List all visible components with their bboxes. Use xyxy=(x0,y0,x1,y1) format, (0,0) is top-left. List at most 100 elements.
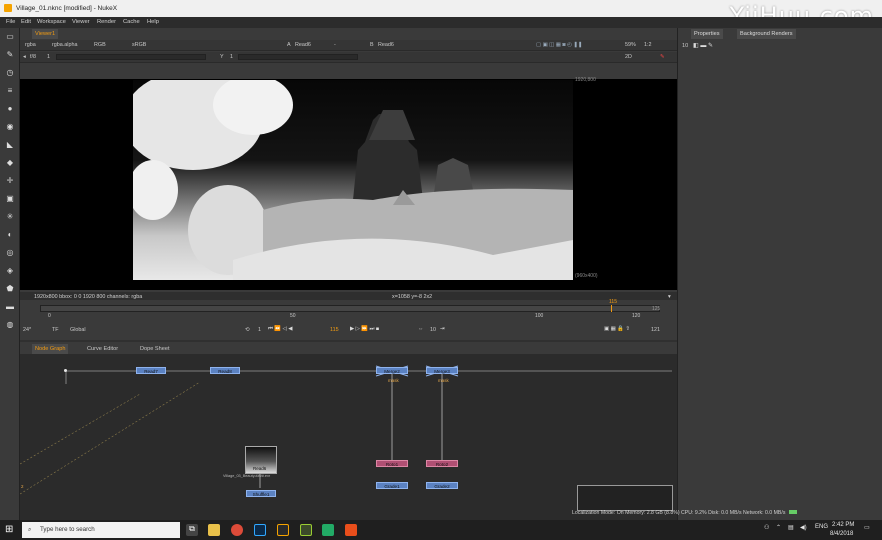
paint-icon[interactable]: ✎ xyxy=(660,54,665,60)
grade1-node[interactable]: Grade1 xyxy=(376,482,408,489)
app-icon-b[interactable] xyxy=(322,524,334,536)
layer-select[interactable]: rgba.alpha xyxy=(52,42,77,48)
gamma-value[interactable]: 1 xyxy=(230,54,233,60)
windows-start-icon[interactable]: ⊞ xyxy=(5,525,15,535)
merge-icon[interactable]: ◆ xyxy=(5,158,15,168)
transport-back-icons[interactable]: ⏮ ⏪ ◁ ◀ xyxy=(268,326,292,333)
notification-icon[interactable]: ▭ xyxy=(864,524,870,531)
increment-step-icon[interactable]: ⇥ xyxy=(440,326,445,332)
view-mode-select[interactable]: 2D xyxy=(625,54,632,60)
frame-field[interactable]: 115 xyxy=(330,327,339,333)
timeline-ruler[interactable] xyxy=(40,305,660,312)
photoshop-icon[interactable] xyxy=(254,524,266,536)
other-icon[interactable]: ▬ xyxy=(5,302,15,312)
fstop-label: f/8 xyxy=(30,54,36,60)
nuke-icon[interactable] xyxy=(277,524,289,536)
tab-dope-sheet[interactable]: Dope Sheet xyxy=(137,344,173,354)
tf-select[interactable]: TF xyxy=(52,327,59,333)
search-icon: ⌕ xyxy=(28,526,32,533)
viewer-controls-row1: rgba rgba.alpha RGB sRGB A Read6 - B Rea… xyxy=(20,40,677,51)
task-view-icon[interactable]: ⧉ xyxy=(186,524,198,536)
colorspace-select[interactable]: sRGB xyxy=(132,42,146,48)
roto2-node[interactable]: Roto2 xyxy=(426,460,458,467)
chrome-icon[interactable] xyxy=(231,524,243,536)
roto1-node[interactable]: Roto1 xyxy=(376,460,408,467)
fstop-arrows-icon[interactable]: ◂ xyxy=(23,54,26,60)
loop-icon[interactable]: ⟲ xyxy=(245,327,250,333)
volume-icon[interactable]: ◀) xyxy=(800,524,807,531)
tray-chevron-icon[interactable]: ⌃ xyxy=(776,524,781,531)
channels-select[interactable]: rgba xyxy=(25,42,36,48)
network-icon[interactable]: ▤ xyxy=(788,524,794,531)
tab-viewer1[interactable]: Viewer1 xyxy=(32,29,59,39)
fps-select[interactable]: 24* xyxy=(23,327,31,333)
filter-icon[interactable]: ◉ xyxy=(5,122,15,132)
menu-viewer[interactable]: Viewer xyxy=(72,19,90,25)
deep-icon[interactable]: ◐ xyxy=(5,230,15,240)
increment-field[interactable]: 10 xyxy=(430,327,436,333)
app-icon-c[interactable] xyxy=(345,524,357,536)
tab-node-graph[interactable]: Node Graph xyxy=(32,344,69,354)
properties-toolbar-icons[interactable]: ◧ ▬ ✎ xyxy=(693,42,713,49)
read8-node[interactable]: Read8 xyxy=(210,367,240,374)
properties-max-count[interactable]: 10 xyxy=(682,43,688,49)
transport-fwd-icons[interactable]: ▶ ▷ ⏩ ⏭ ◼ xyxy=(350,326,379,333)
language-indicator[interactable]: ENG xyxy=(815,524,828,530)
menu-workspace[interactable]: Workspace xyxy=(37,19,66,25)
input-b-label: B xyxy=(370,42,374,48)
viewer-canvas[interactable]: 1920,800 (960x400) xyxy=(20,77,677,290)
tab-properties[interactable]: Properties xyxy=(691,29,723,39)
clock-date[interactable]: 8/4/2018 xyxy=(830,531,853,537)
tab-background-renders[interactable]: Background Renders xyxy=(737,29,796,39)
rgb-select[interactable]: RGB xyxy=(94,42,106,48)
playhead[interactable] xyxy=(611,305,612,312)
views-icon[interactable]: ◎ xyxy=(5,248,15,258)
node-graph-canvas[interactable]: Read7 Read8 Merge2 Merge3 mask mask Roto… xyxy=(20,354,677,520)
menu-file[interactable]: File xyxy=(6,19,15,25)
taskbar-search[interactable]: ⌕ Type here to search xyxy=(22,522,180,538)
color-icon[interactable]: ● xyxy=(5,104,15,114)
step-field[interactable]: 1 xyxy=(258,327,261,333)
people-icon[interactable]: ⚇ xyxy=(764,524,769,531)
global-select[interactable]: Global xyxy=(70,327,86,333)
increment-icon[interactable]: ⇔ xyxy=(418,326,423,332)
merge2-node[interactable]: Merge2 xyxy=(376,367,408,374)
roi-icon[interactable]: ▢ ▣ ◫ ▦ ◙ ◴ ❚❚ xyxy=(536,42,582,48)
image-icon[interactable]: ▭ xyxy=(5,32,15,42)
viewer-pane: Viewer1 rgba rgba.alpha RGB sRGB A Read6… xyxy=(20,28,677,340)
clock-time[interactable]: 2:42 PM xyxy=(832,522,854,528)
nuke-logo-icon[interactable]: ◍ xyxy=(5,320,15,330)
zoom-select[interactable]: 59% xyxy=(625,42,636,48)
cpu-usage: CPU: 9.2% xyxy=(681,510,707,516)
gain-slider[interactable] xyxy=(56,54,206,60)
dot-node[interactable] xyxy=(64,369,67,372)
draw-icon[interactable]: ✎ xyxy=(5,50,15,60)
particles-icon[interactable]: ✳ xyxy=(5,212,15,222)
menu-cache[interactable]: Cache xyxy=(123,19,140,25)
metadata-icon[interactable]: ◈ xyxy=(5,266,15,276)
transform-icon[interactable]: ✛ xyxy=(5,176,15,186)
menu-render[interactable]: Render xyxy=(97,19,116,25)
3d-icon[interactable]: ▣ xyxy=(5,194,15,204)
merge3-node[interactable]: Merge3 xyxy=(426,367,458,374)
proxy-select[interactable]: 1:2 xyxy=(644,42,652,48)
file-explorer-icon[interactable] xyxy=(208,524,220,536)
composite-select[interactable]: - xyxy=(334,42,336,48)
menu-edit[interactable]: Edit xyxy=(21,19,31,25)
navigator-minimap[interactable] xyxy=(577,485,673,511)
app-icon-a[interactable] xyxy=(300,524,312,536)
keyer-icon[interactable]: ◣ xyxy=(5,140,15,150)
input-b-select[interactable]: Read6 xyxy=(378,42,394,48)
channel-icon[interactable]: ≡ xyxy=(5,86,15,96)
fstop-value[interactable]: 1 xyxy=(47,54,50,60)
time-icon[interactable]: ◷ xyxy=(5,68,15,78)
flipbook-icons[interactable]: ▣ ▦ 🔒 ⇧ xyxy=(604,326,630,332)
toolsets-icon[interactable]: ⬟ xyxy=(5,284,15,294)
read7-node[interactable]: Read7 xyxy=(136,367,166,374)
shuffle1-node[interactable]: Shuffle1 xyxy=(246,490,276,497)
gamma-slider[interactable] xyxy=(238,54,358,60)
tab-curve-editor[interactable]: Curve Editor xyxy=(84,344,121,354)
input-a-select[interactable]: Read6 xyxy=(295,42,311,48)
grade2-node[interactable]: Grade2 xyxy=(426,482,458,489)
menu-help[interactable]: Help xyxy=(147,19,159,25)
